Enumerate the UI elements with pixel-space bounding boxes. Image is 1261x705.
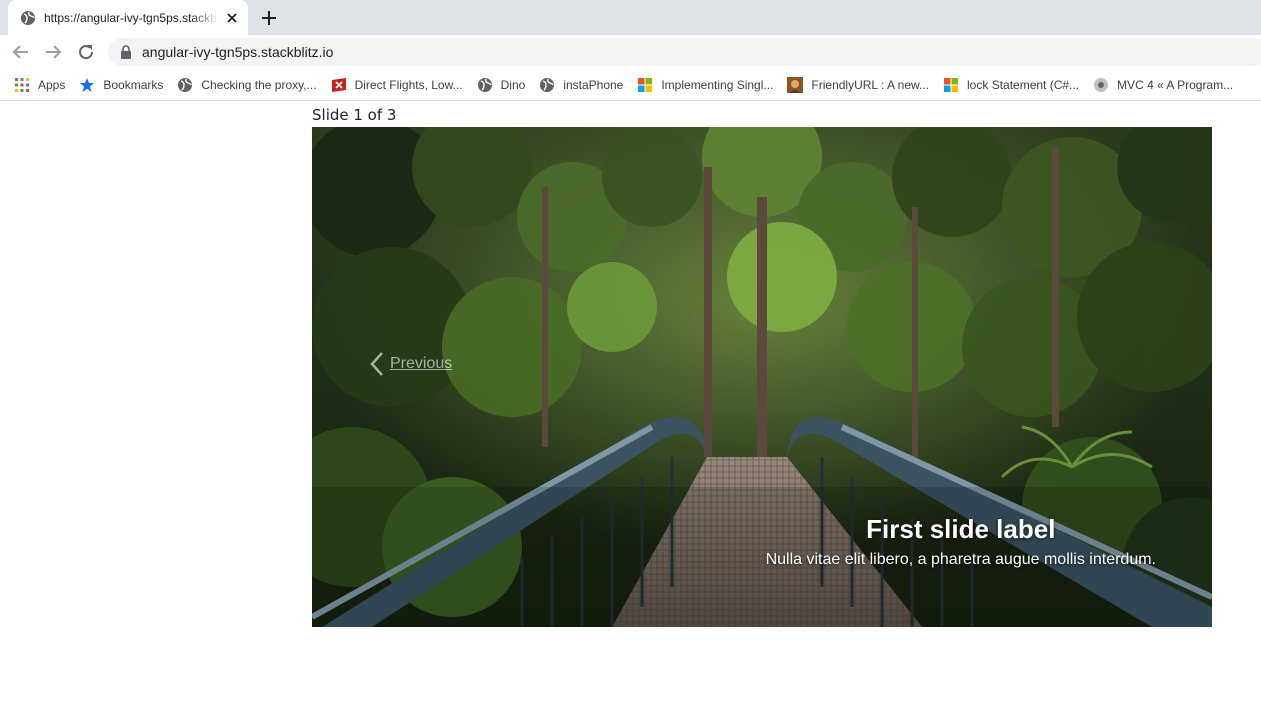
bookmark-lock-statement[interactable]: lock Statement (C#...: [943, 77, 1079, 93]
lock-icon[interactable]: [120, 45, 132, 59]
bookmark-label: instaPhone: [563, 77, 624, 92]
globe-icon: [178, 77, 193, 92]
back-arrow-icon[interactable]: [10, 41, 32, 63]
bookmark-direct-flights[interactable]: Direct Flights, Low...: [331, 77, 463, 93]
chevron-left-icon: [370, 352, 383, 376]
caption-text: Nulla vitae elit libero, a pharetra augu…: [765, 551, 1156, 568]
globe-icon: [477, 77, 492, 92]
bookmark-label: Bookmarks: [103, 77, 164, 92]
bookmark-implementing-singleton[interactable]: Implementing Singl...: [637, 77, 773, 93]
close-icon[interactable]: [224, 10, 240, 26]
globe-icon: [21, 10, 35, 25]
bookmark-instaphone[interactable]: instaPhone: [539, 77, 623, 93]
microsoft-icon: [944, 77, 959, 92]
address-bar[interactable]: angular-ivy-tgn5ps.stackblitz.io: [108, 38, 1261, 66]
bookmark-checking-proxy[interactable]: Checking the proxy,...: [177, 77, 317, 93]
bookmarks-bar: Apps Bookmarks Checking the proxy,... Di…: [0, 69, 1261, 101]
bookmark-label: Checking the proxy,...: [201, 77, 317, 92]
flight-site-icon: [331, 77, 346, 92]
forward-arrow-icon[interactable]: [42, 41, 64, 63]
bookmark-label: Direct Flights, Low...: [354, 77, 463, 92]
new-tab-icon[interactable]: [258, 7, 280, 29]
bookmark-dino[interactable]: Dino: [477, 77, 526, 93]
carousel-prev-label: Previous: [390, 355, 453, 372]
star-icon: [80, 77, 95, 92]
bookmark-label: MVC 4 « A Program...: [1117, 77, 1234, 92]
browser-tabstrip: https://angular-ivy-tgn5ps.stackblitz.io: [0, 0, 1261, 35]
bookmark-label: Dino: [500, 77, 526, 92]
carousel[interactable]: Previous First slide label Nulla vitae e…: [312, 127, 1212, 627]
caption-title: First slide label: [866, 514, 1056, 544]
reload-icon[interactable]: [75, 41, 97, 63]
bookmark-mvc4[interactable]: MVC 4 « A Program...: [1093, 77, 1233, 93]
bookmark-label: Implementing Singl...: [661, 77, 774, 92]
site-icon: [1094, 77, 1109, 92]
bookmark-label: FriendlyURL : A new...: [811, 77, 930, 92]
browser-toolbar: angular-ivy-tgn5ps.stackblitz.io: [0, 35, 1261, 69]
bookmark-label: lock Statement (C#...: [967, 77, 1080, 92]
bookmark-bookmarks[interactable]: Bookmarks: [79, 77, 163, 93]
globe-icon: [540, 77, 555, 92]
avatar-icon: [787, 76, 804, 93]
bookmark-friendlyurl[interactable]: FriendlyURL : A new...: [787, 76, 930, 93]
slide-counter: Slide 1 of 3: [312, 106, 397, 124]
apps-grid-icon: [15, 77, 29, 92]
carousel-prev-button[interactable]: Previous: [368, 351, 452, 377]
address-url: angular-ivy-tgn5ps.stackblitz.io: [142, 44, 334, 60]
carousel-caption: First slide label Nulla vitae elit liber…: [766, 514, 1156, 569]
bookmark-apps[interactable]: Apps: [14, 77, 65, 93]
bookmark-label: Apps: [38, 77, 66, 92]
browser-tab-active[interactable]: https://angular-ivy-tgn5ps.stackblitz.io: [8, 0, 248, 35]
microsoft-icon: [638, 77, 653, 92]
tab-title: https://angular-ivy-tgn5ps.stackblitz.io: [44, 10, 218, 25]
